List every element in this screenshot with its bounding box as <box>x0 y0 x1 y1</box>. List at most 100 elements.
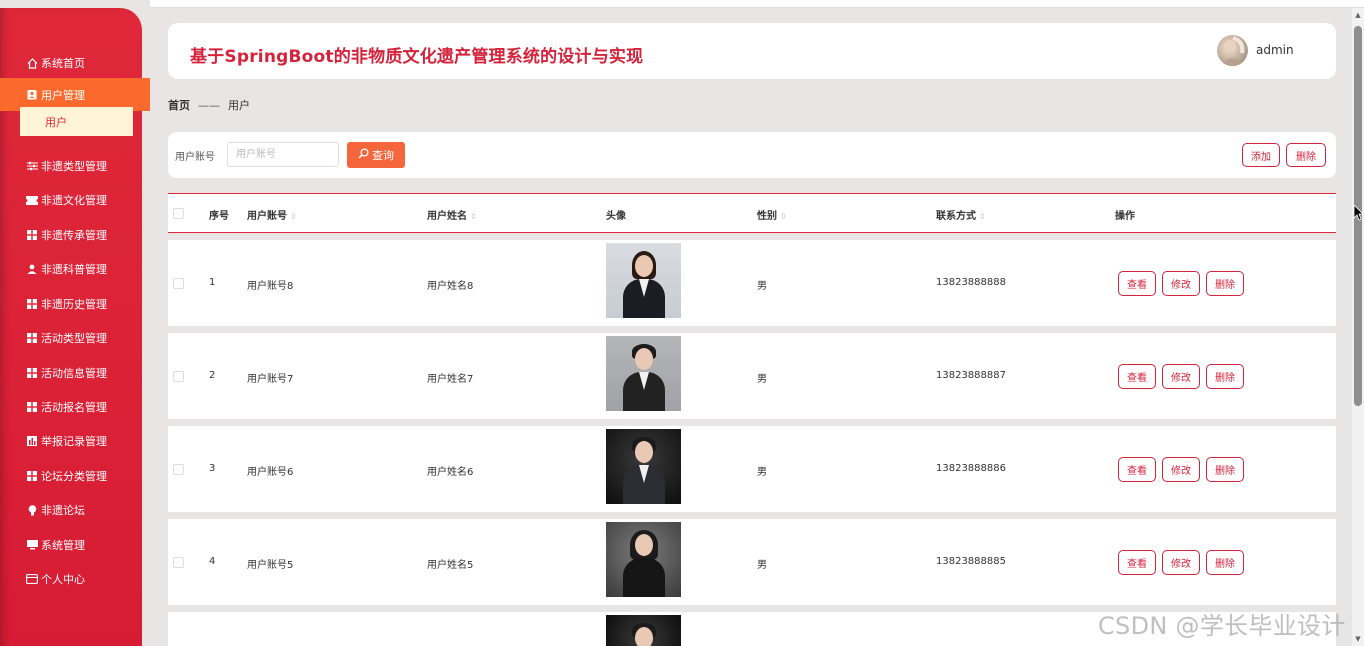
header-avatar: 头像 <box>606 211 626 222</box>
sidebar-item-label: 非遗类型管理 <box>41 160 107 173</box>
delete-button[interactable]: 删除 <box>1206 550 1244 575</box>
sidebar-item-home[interactable]: 系统首页 <box>0 51 142 75</box>
sidebar-subitem-user[interactable]: 用户 <box>20 107 133 136</box>
header-actions: 操作 <box>1115 211 1135 222</box>
sidebar-item-activity-type[interactable]: 活动类型管理 <box>0 326 142 350</box>
username[interactable]: admin <box>1256 43 1294 57</box>
sidebar: 系统首页 用户管理 非遗类型管理 非遗文化管理 非遗传承管理 非遗科普管理 非遗… <box>0 8 150 646</box>
view-button[interactable]: 查看 <box>1118 271 1156 296</box>
sidebar-item-label: 用户管理 <box>41 88 85 102</box>
grid-icon <box>26 401 38 413</box>
cell-index: 2 <box>209 370 216 381</box>
sidebar-item-personal-center[interactable]: 个人中心 <box>0 567 142 591</box>
scroll-down-icon[interactable]: ▼ <box>1354 635 1362 643</box>
sidebar-item-forum-category[interactable]: 论坛分类管理 <box>0 464 142 488</box>
grid-icon <box>26 332 38 344</box>
sidebar-item-activity-signup[interactable]: 活动报名管理 <box>0 395 142 419</box>
watermark: CSDN @学长毕业设计 <box>1098 612 1346 640</box>
header-phone[interactable]: 联系方式 ⇳ <box>936 207 986 222</box>
breadcrumb-current: 用户 <box>228 99 250 112</box>
table-row: 1 用户账号8 用户姓名8 男 13823888888 查看 修改 删除 <box>168 240 1336 326</box>
sidebar-item-label: 非遗论坛 <box>41 504 85 517</box>
header-name-label: 用户姓名 <box>427 211 467 222</box>
sidebar-item-label: 系统首页 <box>41 57 85 70</box>
sidebar-item-label: 活动类型管理 <box>41 332 107 345</box>
header-gender[interactable]: 性别 ⇳ <box>757 207 787 222</box>
grid-icon <box>26 229 38 241</box>
sidebar-item-label: 活动信息管理 <box>41 367 107 380</box>
edit-button[interactable]: 修改 <box>1162 364 1200 389</box>
cell-phone: 13823888888 <box>936 277 1006 288</box>
sidebar-item-heritage-history[interactable]: 非遗历史管理 <box>0 292 142 316</box>
sort-icon[interactable]: ⇳ <box>290 212 297 221</box>
vertical-scrollbar[interactable]: ▲ ▼ <box>1352 8 1364 646</box>
breadcrumb-home[interactable]: 首页 <box>168 97 190 113</box>
sort-icon[interactable]: ⇳ <box>780 212 787 221</box>
sidebar-item-heritage-type[interactable]: 非遗类型管理 <box>0 154 142 178</box>
top-header: 基于SpringBoot的非物质文化遗产管理系统的设计与实现 admin <box>168 23 1336 79</box>
sidebar-item-heritage-science[interactable]: 非遗科普管理 <box>0 257 142 281</box>
view-button[interactable]: 查看 <box>1118 550 1156 575</box>
view-button[interactable]: 查看 <box>1118 364 1156 389</box>
search-icon <box>358 148 369 162</box>
sidebar-item-heritage-culture[interactable]: 非遗文化管理 <box>0 188 142 212</box>
sort-icon[interactable]: ⇳ <box>979 212 986 221</box>
sidebar-item-label: 活动报名管理 <box>41 401 107 414</box>
user-photo[interactable] <box>606 243 681 318</box>
user-photo[interactable] <box>606 615 681 646</box>
page-title: 基于SpringBoot的非物质文化遗产管理系统的设计与实现 <box>190 47 644 67</box>
query-button-label: 查询 <box>372 149 394 162</box>
delete-button[interactable]: 删除 <box>1206 364 1244 389</box>
account-search-input[interactable] <box>227 142 339 167</box>
cell-gender: 男 <box>757 560 767 571</box>
breadcrumb-separator: —— <box>198 98 220 112</box>
header-account-label: 用户账号 <box>247 211 287 222</box>
select-all-checkbox[interactable] <box>173 208 184 219</box>
sidebar-item-activity-info[interactable]: 活动信息管理 <box>0 361 142 385</box>
sort-icon[interactable]: ⇳ <box>470 212 477 221</box>
cell-account: 用户账号7 <box>247 374 294 385</box>
sidebar-item-system-management[interactable]: 系统管理 <box>0 533 142 557</box>
cell-index: 3 <box>209 463 216 474</box>
header-phone-label: 联系方式 <box>936 211 976 222</box>
sidebar-item-label: 非遗科普管理 <box>41 263 107 276</box>
cell-account: 用户账号8 <box>247 281 294 292</box>
header-account[interactable]: 用户账号 ⇳ <box>247 207 297 222</box>
user-photo[interactable] <box>606 522 681 597</box>
sidebar-item-label: 举报记录管理 <box>41 435 107 448</box>
delete-button[interactable]: 删除 <box>1206 271 1244 296</box>
cell-index: 1 <box>209 277 216 288</box>
row-checkbox[interactable] <box>173 464 184 475</box>
cell-gender: 男 <box>757 374 767 385</box>
sidebar-item-report-records[interactable]: 举报记录管理 <box>0 429 142 453</box>
user-photo[interactable] <box>606 336 681 411</box>
person-icon <box>26 263 38 275</box>
row-checkbox[interactable] <box>173 278 184 289</box>
header-gender-label: 性别 <box>757 211 777 222</box>
user-photo[interactable] <box>606 429 681 504</box>
header-index: 序号 <box>209 211 229 222</box>
edit-button[interactable]: 修改 <box>1162 550 1200 575</box>
sidebar-item-heritage-forum[interactable]: 非遗论坛 <box>0 498 142 522</box>
table-header: 序号 用户账号 ⇳ 用户姓名 ⇳ 头像 性别 ⇳ 联系方式 ⇳ 操作 <box>168 193 1336 233</box>
sidebar-item-heritage-inheritance[interactable]: 非遗传承管理 <box>0 223 142 247</box>
edit-button[interactable]: 修改 <box>1162 271 1200 296</box>
user-avatar[interactable] <box>1217 35 1248 66</box>
header-name[interactable]: 用户姓名 ⇳ <box>427 207 477 222</box>
row-checkbox[interactable] <box>173 371 184 382</box>
row-checkbox[interactable] <box>173 557 184 568</box>
batch-delete-button[interactable]: 删除 <box>1286 143 1326 167</box>
cell-account: 用户账号5 <box>247 560 294 571</box>
grid-icon <box>26 367 38 379</box>
cell-gender: 男 <box>757 281 767 292</box>
add-button[interactable]: 添加 <box>1242 143 1280 167</box>
delete-button[interactable]: 删除 <box>1206 457 1244 482</box>
sidebar-item-label: 非遗历史管理 <box>41 298 107 311</box>
view-button[interactable]: 查看 <box>1118 457 1156 482</box>
query-button[interactable]: 查询 <box>347 142 405 168</box>
cell-phone: 13823888887 <box>936 370 1006 381</box>
sidebar-item-label: 论坛分类管理 <box>41 470 107 483</box>
scroll-up-icon[interactable]: ▲ <box>1354 11 1362 19</box>
sidebar-item-label: 个人中心 <box>41 573 85 586</box>
edit-button[interactable]: 修改 <box>1162 457 1200 482</box>
